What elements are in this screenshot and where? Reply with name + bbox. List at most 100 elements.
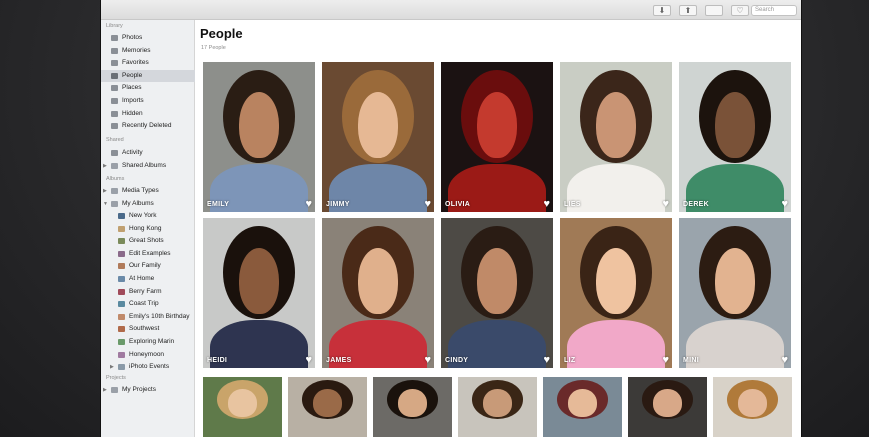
album-thumbnail bbox=[118, 301, 125, 308]
face-shape bbox=[595, 92, 637, 158]
album-thumbnail bbox=[118, 225, 125, 232]
clock-icon bbox=[111, 98, 118, 104]
sidebar-item[interactable]: Emily's 10th Birthday bbox=[101, 311, 195, 323]
sidebar-item-label: Imports bbox=[122, 97, 144, 104]
sidebar-item[interactable]: New York bbox=[101, 210, 195, 222]
page-title: People bbox=[200, 26, 243, 41]
person-tile[interactable]: OLIVIA ♥ bbox=[441, 62, 553, 212]
favorite-heart-icon[interactable]: ♥ bbox=[424, 198, 431, 210]
folder-icon bbox=[111, 162, 118, 169]
sidebar-item[interactable]: Photos bbox=[101, 32, 195, 44]
import-button[interactable]: ⬇ bbox=[653, 5, 671, 16]
sidebar-item-label: Great Shots bbox=[129, 237, 164, 245]
disclosure-triangle-icon[interactable]: ▶ bbox=[103, 185, 107, 197]
person-tile[interactable] bbox=[713, 377, 792, 437]
favorite-heart-icon[interactable]: ♥ bbox=[781, 354, 788, 366]
sidebar-item[interactable]: Coast Trip bbox=[101, 298, 195, 310]
person-tile[interactable] bbox=[628, 377, 707, 437]
sidebar-item[interactable]: Our Family bbox=[101, 260, 195, 272]
sidebar-item[interactable]: Honeymoon bbox=[101, 349, 195, 361]
person-tile[interactable]: HEIDI ♥ bbox=[203, 218, 315, 368]
sidebar-section-header: Albums bbox=[106, 176, 125, 182]
people-count: 17 People bbox=[201, 45, 226, 51]
sidebar-item[interactable]: ▶ My Projects bbox=[101, 384, 195, 396]
shoulders-shape bbox=[566, 164, 666, 212]
cloud-icon bbox=[111, 150, 118, 156]
disclosure-triangle-icon[interactable]: ▶ bbox=[110, 361, 114, 373]
person-tile[interactable] bbox=[458, 377, 537, 437]
sidebar-item[interactable]: Exploring Marin bbox=[101, 336, 195, 348]
favorite-heart-icon[interactable]: ♥ bbox=[305, 354, 312, 366]
person-tile[interactable] bbox=[373, 377, 452, 437]
person-tile[interactable] bbox=[203, 377, 282, 437]
disclosure-triangle-icon[interactable]: ▶ bbox=[103, 384, 107, 396]
album-thumbnail bbox=[118, 250, 125, 257]
sidebar-item[interactable]: Hong Kong bbox=[101, 223, 195, 235]
person-tile[interactable] bbox=[543, 377, 622, 437]
person-name: HEIDI bbox=[207, 357, 228, 364]
share-button[interactable]: ⬆ bbox=[679, 5, 697, 16]
person-name: EMILY bbox=[207, 201, 230, 208]
person-name: JIMMY bbox=[326, 201, 350, 208]
heart-icon: ♡ bbox=[736, 6, 744, 15]
sidebar-item-label: Shared Albums bbox=[122, 161, 167, 169]
sidebar-item[interactable]: Great Shots bbox=[101, 235, 195, 247]
favorite-button[interactable]: ♡ bbox=[731, 5, 749, 16]
favorite-heart-icon[interactable]: ♥ bbox=[305, 198, 312, 210]
favorite-heart-icon[interactable]: ♥ bbox=[424, 354, 431, 366]
sidebar-item-label: Recently Deleted bbox=[122, 122, 172, 130]
sidebar-item[interactable]: Southwest bbox=[101, 323, 195, 335]
favorite-heart-icon[interactable]: ♥ bbox=[781, 198, 788, 210]
person-tile[interactable]: JIMMY ♥ bbox=[322, 62, 434, 212]
sidebar-item-label: Coast Trip bbox=[129, 300, 159, 308]
sidebar-item[interactable]: Recently Deleted bbox=[101, 120, 195, 132]
folder-icon bbox=[111, 387, 118, 393]
person-name: CINDY bbox=[445, 357, 469, 364]
favorite-heart-icon[interactable]: ♥ bbox=[543, 354, 550, 366]
sidebar-item[interactable]: Places bbox=[101, 82, 195, 94]
sidebar-item[interactable]: Imports bbox=[101, 95, 195, 107]
album-thumbnail bbox=[118, 288, 125, 295]
sidebar-item[interactable]: Memories bbox=[101, 45, 195, 57]
sidebar-item-label: My Projects bbox=[122, 386, 156, 393]
sidebar-item[interactable]: Favorites bbox=[101, 57, 195, 69]
rotate-button[interactable] bbox=[705, 5, 723, 16]
trash-icon bbox=[111, 123, 118, 130]
person-tile[interactable]: MINI ♥ bbox=[679, 218, 791, 368]
sidebar-item-label: Places bbox=[122, 84, 142, 92]
sidebar-item[interactable]: Hidden bbox=[101, 108, 195, 120]
sidebar-item[interactable]: ▶ iPhoto Events bbox=[101, 361, 195, 373]
favorite-heart-icon[interactable]: ♥ bbox=[543, 198, 550, 210]
person-tile[interactable]: LIZ ♥ bbox=[560, 218, 672, 368]
favorite-heart-icon[interactable]: ♥ bbox=[662, 354, 669, 366]
sidebar-item[interactable]: ▶ Shared Albums bbox=[101, 160, 195, 172]
sidebar-item-label: New York bbox=[129, 212, 157, 219]
person-tile[interactable]: LIES ♥ bbox=[560, 62, 672, 212]
sidebar-item[interactable]: Activity bbox=[101, 147, 195, 159]
sidebar-item[interactable]: People bbox=[101, 69, 195, 82]
search-input[interactable]: Search bbox=[751, 5, 797, 16]
person-tile[interactable]: CINDY ♥ bbox=[441, 218, 553, 368]
album-thumbnail bbox=[118, 351, 125, 358]
face-shape bbox=[238, 248, 280, 314]
sidebar-item[interactable]: ▶ Media Types bbox=[101, 185, 195, 197]
sidebar-item-label: Photos bbox=[122, 34, 143, 41]
face-shape bbox=[398, 389, 427, 417]
sidebar-item[interactable]: Edit Examples bbox=[101, 248, 195, 260]
sidebar-item[interactable]: At Home bbox=[101, 273, 195, 285]
toolbar: ⬇ ⬆ ♡ Search bbox=[101, 0, 801, 20]
favorite-heart-icon[interactable]: ♥ bbox=[662, 198, 669, 210]
face-shape bbox=[568, 389, 597, 417]
sidebar-section-header: Shared bbox=[106, 137, 124, 143]
face-shape bbox=[714, 92, 756, 158]
disclosure-triangle-icon[interactable]: ▼ bbox=[103, 198, 108, 210]
sidebar-item[interactable]: Berry Farm bbox=[101, 286, 195, 298]
person-tile[interactable]: JAMES ♥ bbox=[322, 218, 434, 368]
sidebar-item[interactable]: ▼ My Albums bbox=[101, 198, 195, 210]
person-name: OLIVIA bbox=[445, 201, 471, 208]
person-name: MINI bbox=[683, 357, 699, 364]
person-tile[interactable] bbox=[288, 377, 367, 437]
person-tile[interactable]: DEREK ♥ bbox=[679, 62, 791, 212]
disclosure-triangle-icon[interactable]: ▶ bbox=[103, 160, 107, 172]
person-tile[interactable]: EMILY ♥ bbox=[203, 62, 315, 212]
